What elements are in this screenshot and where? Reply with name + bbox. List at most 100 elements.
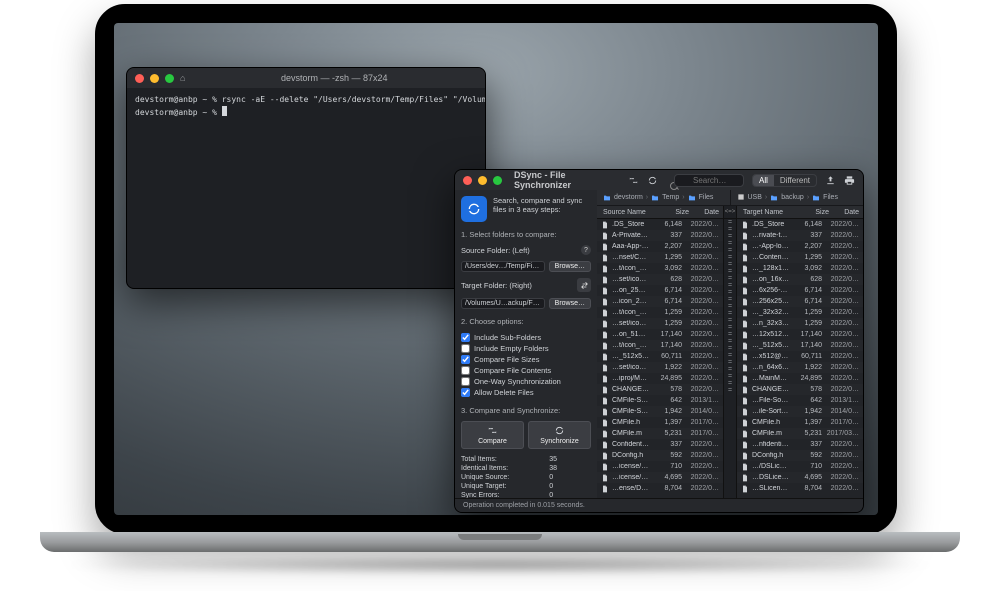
file-icon [601,254,609,262]
compare-icon[interactable] [628,175,639,186]
sidebar: Search, compare and syncfiles in 3 easy … [455,190,597,498]
file-row[interactable]: A-Private-text.txt3372022/0… [597,230,723,241]
file-row[interactable]: …Contents.json1,2952022/0… [737,252,863,263]
breadcrumb-right[interactable]: USB› backup› Files [731,190,864,205]
file-row[interactable]: …set/icon_32x32.png1,2592022/0… [597,318,723,329]
file-row[interactable]: CHANGELOG5782022/0… [597,384,723,395]
dsync-window[interactable]: DSync - File Synchronizer All Different [454,169,864,513]
minimize-icon[interactable] [150,74,159,83]
file-row[interactable]: CMFile.h1,3972017/0… [597,417,723,428]
file-row[interactable]: …nset/Contents.json1,2952022/0… [597,252,723,263]
file-row[interactable]: …MainMenu.xib24,8952022/0… [737,373,863,384]
file-row[interactable]: …t/icon_512x512.png17,1402022/0… [597,340,723,351]
browse-target-button[interactable]: Browse… [549,298,591,309]
close-icon[interactable] [135,74,144,83]
file-row[interactable]: …icense/DSLicense.h7102022/0… [597,461,723,472]
file-icon [741,441,749,449]
file-row[interactable]: …on_256x256-1.png6,7142022/0… [597,285,723,296]
file-row[interactable]: …DSLicense.m4,6952022/0… [737,472,863,483]
target-list[interactable]: Target NameSizeDate .DS_Store6,1482022/0… [737,206,863,498]
laptop-notch [458,534,542,540]
file-row[interactable]: …-App-log-0.m2,2072022/0… [737,241,863,252]
filter-segment[interactable]: All Different [752,174,817,187]
opt-delete[interactable]: Allow Delete Files [461,387,591,398]
file-row[interactable]: …_128x128.png3,0922022/0… [737,263,863,274]
file-row[interactable]: Aaa-App-log-0.m2,2072022/0… [597,241,723,252]
file-row[interactable]: …n_64x64.png1,9222022/0… [737,362,863,373]
file-row[interactable]: DConfig.h5922022/0… [737,450,863,461]
file-row[interactable]: …_512x512@2x.png60,7112022/0… [597,351,723,362]
close-icon[interactable] [463,176,472,185]
file-row[interactable]: …t/icon_128x128.png3,0922022/0… [597,263,723,274]
file-icon [741,353,749,361]
file-row[interactable]: …ile-Sorting.m1,9422014/0… [737,406,863,417]
file-row[interactable]: Confidential.doc3372022/0… [597,439,723,450]
file-row[interactable]: …ense/DSLicense.xib8,7042022/0… [597,483,723,494]
file-row[interactable]: …iproj/MainMenu.xib24,8952022/0… [597,373,723,384]
file-row[interactable]: CMFile.m5,2312017/03… [737,428,863,439]
file-row[interactable]: …nfidential.doc3372022/0… [737,439,863,450]
help-icon[interactable]: ? [581,245,591,255]
file-row[interactable]: …SLicense.xib8,7042022/0… [737,483,863,494]
breadcrumb-left[interactable]: devstorm› Temp› Files [597,190,731,205]
opt-empty[interactable]: Include Empty Folders [461,343,591,354]
file-row[interactable]: DConfig.h5922022/0… [597,450,723,461]
browse-source-button[interactable]: Browse… [549,261,591,272]
print-icon[interactable] [844,175,855,186]
terminal-window[interactable]: ⌂ devstorm — -zsh — 87x24 devstorm@anbp … [126,67,486,289]
step3-label: 3. Compare and Synchronize: [461,406,591,415]
file-row[interactable]: …on_16x16.png6282022/0… [737,274,863,285]
file-row[interactable]: …set/icon_64x64.png1,9222022/0… [597,362,723,373]
file-row[interactable]: …File-Sorting.h6422013/1… [737,395,863,406]
export-icon[interactable] [825,175,836,186]
file-icon [601,452,609,460]
file-row[interactable]: CMFile-Sorting.m1,9422014/0… [597,406,723,417]
file-row[interactable]: …256x256.png6,7142022/0… [737,296,863,307]
opt-subfolders[interactable]: Include Sub-Folders [461,332,591,343]
opt-oneway[interactable]: One-Way Synchronization [461,376,591,387]
file-icon [741,232,749,240]
file-row[interactable]: …icense/DSLicense.m4,6952022/0… [597,472,723,483]
file-row[interactable]: …icon_256x256.png6,7142022/0… [597,296,723,307]
file-row[interactable]: CMFile.h1,3972017/0… [737,417,863,428]
source-list[interactable]: Source NameSizeDate .DS_Store6,1482022/0… [597,206,723,498]
opt-sizes[interactable]: Compare File Sizes [461,354,591,365]
file-row[interactable]: …6x256-1.png6,7142022/0… [737,285,863,296]
minimize-icon[interactable] [478,176,487,185]
search-input[interactable] [674,174,744,187]
terminal-titlebar[interactable]: ⌂ devstorm — -zsh — 87x24 [127,68,485,88]
file-row[interactable]: .DS_Store6,1482022/0… [597,219,723,230]
equal-icon: = [728,303,732,310]
dsync-titlebar[interactable]: DSync - File Synchronizer All Different [455,170,863,190]
file-row[interactable]: …t/icon_32x32-1.png1,2592022/0… [597,307,723,318]
file-row[interactable]: …12x512-1.png17,1402022/0… [737,329,863,340]
file-row[interactable]: …_32x32-1.png1,2592022/0… [737,307,863,318]
equal-icon: = [728,275,732,282]
file-row[interactable]: CMFile-Sorting.h6422013/1… [597,395,723,406]
opt-contents[interactable]: Compare File Contents [461,365,591,376]
compare-button[interactable]: Compare [461,421,524,449]
file-row[interactable]: …_512x512.png17,1402022/0… [737,340,863,351]
file-row[interactable]: …rivate-text.txt3372022/0… [737,230,863,241]
file-row[interactable]: …n_32x32.png1,2592022/0… [737,318,863,329]
file-row[interactable]: CMFile.m5,2312017/0… [597,428,723,439]
target-path-field[interactable]: /Volumes/U…ackup/Files [461,298,545,309]
zoom-icon[interactable] [493,176,502,185]
file-row[interactable]: …x512@2x.png60,7112022/0… [737,351,863,362]
seg-different[interactable]: Different [774,175,816,186]
file-row[interactable]: .DS_Store6,1482022/0… [737,219,863,230]
terminal-body[interactable]: devstorm@anbp ~ % rsync -aE --delete "/U… [127,88,485,125]
file-row[interactable]: CHANGELOG5782022/0… [737,384,863,395]
swap-icon[interactable] [577,278,591,292]
source-path-field[interactable]: /Users/dev…/Temp/Files [461,261,545,272]
file-row[interactable]: …/DSLicense.h7102022/0… [737,461,863,472]
file-row[interactable]: …on_512x512-1.png17,1402022/0… [597,329,723,340]
status-bar: Operation completed in 0.015 seconds. [455,498,863,512]
seg-all[interactable]: All [753,175,774,186]
zoom-icon[interactable] [165,74,174,83]
sync-icon[interactable] [647,175,658,186]
synchronize-button[interactable]: Synchronize [528,421,591,449]
breadcrumb-bar: devstorm› Temp› Files USB› backup› Files [597,190,863,206]
equal-icon: = [728,268,732,275]
file-row[interactable]: …set/icon_16x16.png6282022/0… [597,274,723,285]
